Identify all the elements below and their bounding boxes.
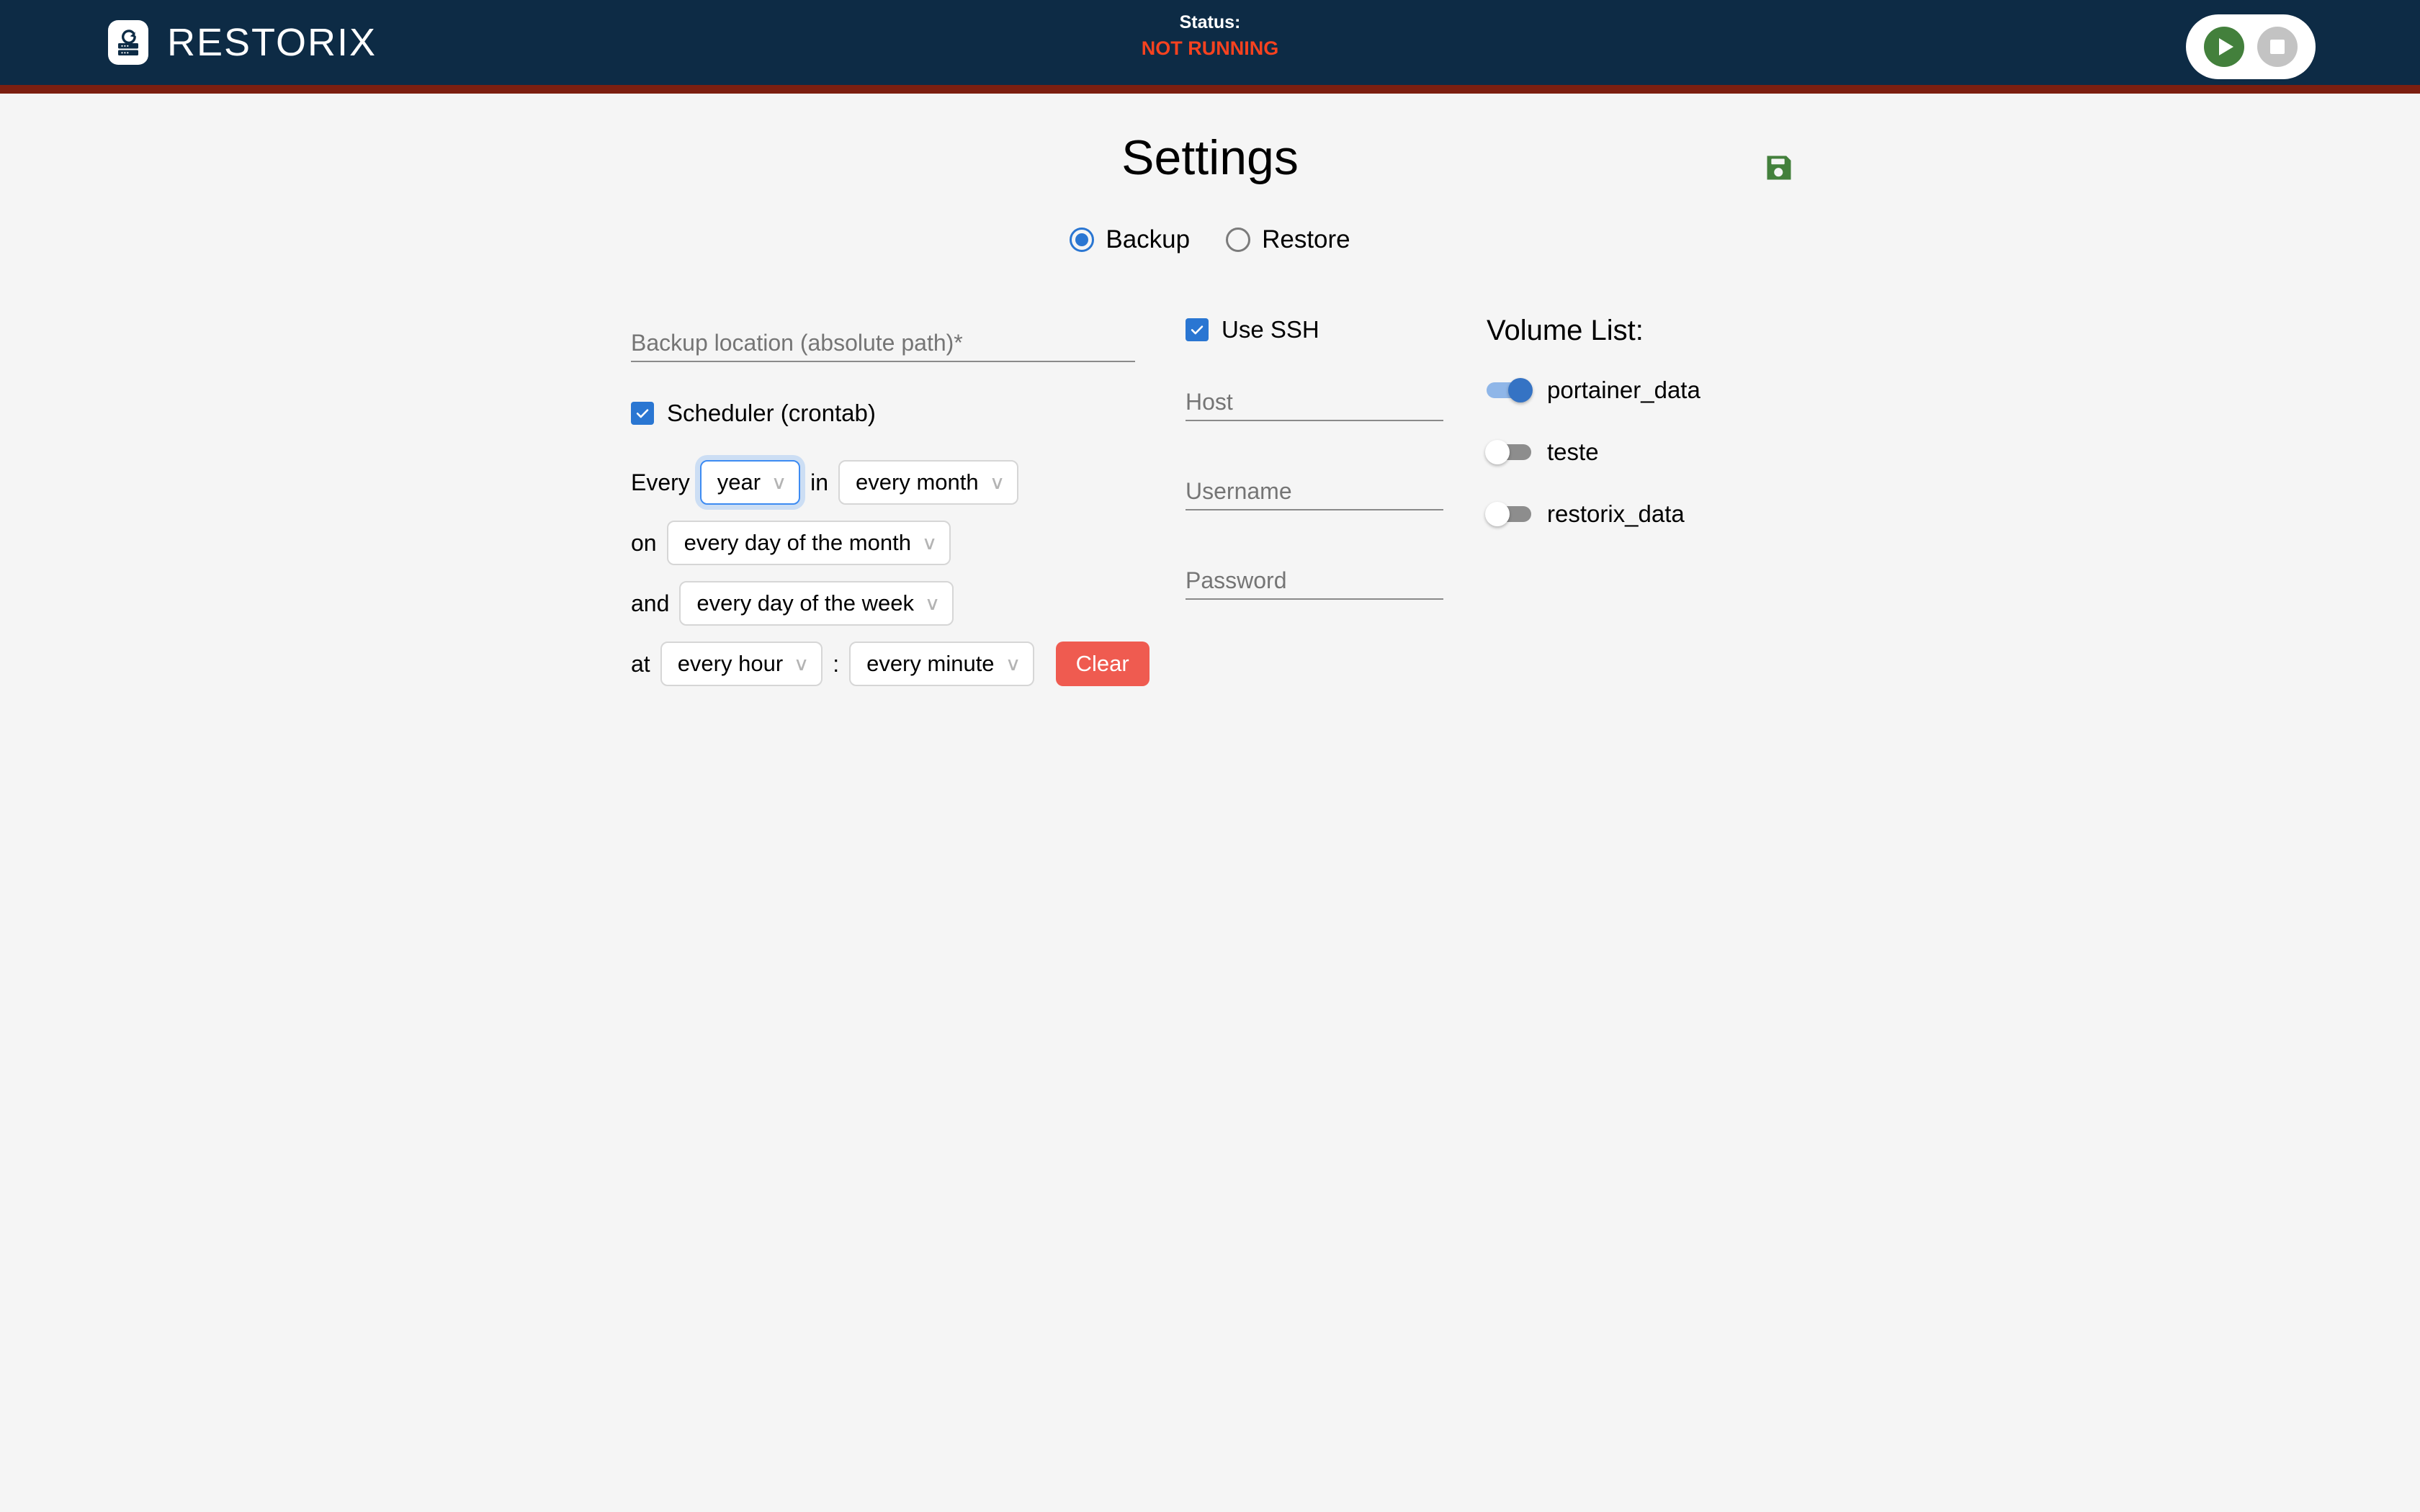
cron-select-day-of-month[interactable]: every day of the month ∨ xyxy=(666,520,951,565)
ssh-host-input[interactable] xyxy=(1186,388,1443,415)
chevron-down-icon: ∨ xyxy=(793,652,810,675)
chevron-down-icon: ∨ xyxy=(924,592,941,614)
ssh-username-field[interactable] xyxy=(1186,464,1443,510)
transport-controls xyxy=(2186,14,2316,79)
cron-select-year-value: year xyxy=(717,469,761,495)
cron-joiner-colon: : xyxy=(833,650,840,677)
radio-restore[interactable]: Restore xyxy=(1226,225,1350,254)
cron-prefix-at: at xyxy=(631,650,650,677)
ssh-host-field[interactable] xyxy=(1186,375,1443,421)
volume-row-portainer-data[interactable]: portainer_data xyxy=(1487,374,1919,407)
cron-select-year[interactable]: year ∨ xyxy=(699,459,801,505)
volume-column: Volume List: portainer_data teste restor… xyxy=(1485,314,1919,559)
volume-row-restorix-data[interactable]: restorix_data xyxy=(1485,498,1919,531)
settings-content: Scheduler (crontab) Every year ∨ in ever… xyxy=(0,316,2420,964)
radio-restore-label: Restore xyxy=(1262,225,1350,253)
cron-select-month-value: every month xyxy=(856,469,979,495)
cron-select-day-of-month-value: every day of the month xyxy=(684,529,911,555)
cron-row-day-of-week: and every day of the week ∨ xyxy=(631,580,1135,626)
cron-prefix-on: on xyxy=(631,529,657,556)
cron-select-hour-value: every hour xyxy=(677,650,784,676)
volume-toggle-portainer-data[interactable] xyxy=(1487,377,1533,402)
floppy-save-icon xyxy=(1767,156,1791,180)
cron-builder: Every year ∨ in every month ∨ on every d… xyxy=(631,459,1150,686)
page-title: Settings xyxy=(1121,130,1299,185)
use-ssh-label: Use SSH xyxy=(1222,315,1319,343)
volume-label-teste: teste xyxy=(1547,438,1599,465)
mode-selector: Backup Restore xyxy=(0,225,2420,254)
server-restore-icon xyxy=(108,20,148,65)
volume-label-portainer-data: portainer_data xyxy=(1547,376,1700,403)
cron-row-year: Every year ∨ in every month ∨ xyxy=(631,459,1135,505)
brand: RESTORIX xyxy=(108,20,377,65)
check-icon xyxy=(636,409,649,418)
brand-name: RESTORIX xyxy=(167,21,377,64)
ssh-password-input[interactable] xyxy=(1186,567,1443,594)
ssh-username-input[interactable] xyxy=(1186,477,1443,505)
clear-button[interactable]: Clear xyxy=(1055,641,1150,686)
cron-select-day-of-week[interactable]: every day of the week ∨ xyxy=(679,580,954,626)
scheduler-label: Scheduler (crontab) xyxy=(667,399,876,426)
radio-backup-label: Backup xyxy=(1106,225,1191,253)
backup-column: Scheduler (crontab) Every year ∨ in ever… xyxy=(631,316,1150,702)
play-icon xyxy=(2219,38,2233,55)
cron-prefix-every: Every xyxy=(631,469,690,495)
radio-backup-indicator xyxy=(1070,227,1095,252)
backup-location-field[interactable] xyxy=(631,316,1135,362)
radio-restore-indicator xyxy=(1226,227,1251,252)
chevron-down-icon: ∨ xyxy=(771,471,787,493)
volume-label-restorix-data: restorix_data xyxy=(1547,500,1685,527)
check-icon xyxy=(1191,325,1204,335)
app-header: RESTORIX Status: NOT RUNNING xyxy=(0,0,2420,94)
volume-toggle-teste[interactable] xyxy=(1485,439,1531,464)
cron-select-month[interactable]: every month ∨ xyxy=(838,459,1018,505)
volume-list-title: Volume List: xyxy=(1487,314,1644,346)
backup-location-input[interactable] xyxy=(631,329,1135,356)
cron-select-minute[interactable]: every minute ∨ xyxy=(849,641,1034,686)
use-ssh-checkbox-row[interactable]: Use SSH xyxy=(1186,316,1445,343)
ssh-password-field[interactable] xyxy=(1186,554,1443,600)
cron-prefix-and: and xyxy=(631,590,670,616)
chevron-down-icon: ∨ xyxy=(1005,652,1021,675)
toggle-knob xyxy=(1485,501,1510,526)
volume-toggle-restorix-data[interactable] xyxy=(1485,501,1531,526)
cron-select-minute-value: every minute xyxy=(866,650,995,676)
volume-row-teste[interactable]: teste xyxy=(1485,436,1919,469)
chevron-down-icon: ∨ xyxy=(989,471,1005,493)
chevron-down-icon: ∨ xyxy=(921,531,938,554)
scheduler-checkbox-row[interactable]: Scheduler (crontab) xyxy=(631,400,1135,427)
stop-button[interactable] xyxy=(2257,27,2298,67)
scheduler-checkbox[interactable] xyxy=(631,401,654,425)
use-ssh-checkbox[interactable] xyxy=(1186,318,1209,341)
start-button[interactable] xyxy=(2204,27,2244,67)
cron-select-hour[interactable]: every hour ∨ xyxy=(660,641,823,686)
cron-row-time: at every hour ∨ : every minute ∨ Clear xyxy=(631,641,1150,686)
toggle-knob xyxy=(1508,377,1533,402)
toggle-knob xyxy=(1485,439,1510,464)
stop-icon xyxy=(2270,40,2285,54)
cron-select-day-of-week-value: every day of the week xyxy=(696,590,914,616)
save-button[interactable] xyxy=(1754,143,1804,193)
cron-row-day-of-month: on every day of the month ∨ xyxy=(631,520,1135,565)
cron-joiner-in: in xyxy=(810,469,829,495)
radio-backup[interactable]: Backup xyxy=(1070,225,1190,254)
ssh-column: Use SSH xyxy=(1186,316,1445,600)
title-row: Settings xyxy=(0,131,2420,185)
